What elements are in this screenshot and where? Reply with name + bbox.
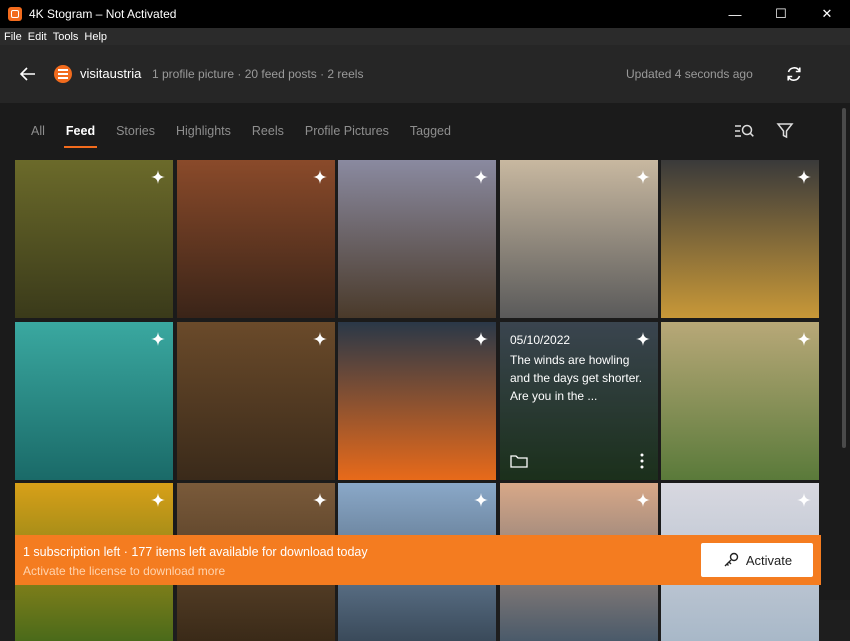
scrollbar[interactable] (840, 103, 848, 543)
banner-activate-hint: Activate the license to download more (23, 564, 226, 578)
sparkle-icon (636, 170, 650, 184)
sparkle-icon (797, 332, 811, 346)
filter-icon[interactable] (774, 121, 796, 141)
more-options-icon[interactable] (640, 453, 644, 469)
scrollbar-thumb[interactable] (842, 108, 846, 448)
activate-button[interactable]: Activate (701, 543, 813, 577)
media-tile-castle-overlay[interactable]: 05/10/2022 The winds are howling and the … (500, 322, 658, 480)
sparkle-icon (797, 170, 811, 184)
media-tile-chestnuts[interactable] (177, 160, 335, 318)
tab-feed[interactable]: Feed (63, 124, 98, 148)
list-search-icon[interactable] (733, 121, 755, 141)
account-header: visitaustria 1 profile picture · 20 feed… (0, 45, 850, 103)
window-title: 4K Stogram – Not Activated (29, 7, 177, 21)
thumbnail-image (338, 322, 496, 480)
tab-all[interactable]: All (31, 124, 45, 138)
sparkle-icon (797, 493, 811, 507)
title-bar: 4K Stogram – Not Activated — ☐ ✕ (0, 0, 850, 28)
main-content: All Feed Stories Highlights Reels Profile Pic… (0, 103, 850, 641)
folder-icon[interactable] (510, 454, 528, 468)
menu-help[interactable]: Help (84, 31, 107, 43)
thumbnail-image (15, 160, 173, 318)
sparkle-icon (474, 332, 488, 346)
updated-status: Updated 4 seconds ago (626, 67, 753, 81)
media-tile-penguin[interactable] (15, 322, 173, 480)
sparkle-icon (313, 332, 327, 346)
media-tile-pumpkin-soup[interactable] (338, 322, 496, 480)
account-name[interactable]: visitaustria (80, 66, 141, 81)
post-date: 05/10/2022 (510, 333, 571, 347)
tab-bar: All Feed Stories Highlights Reels Profile Pic… (31, 124, 472, 148)
thumbnail-image (661, 322, 819, 480)
thumbnail-image (338, 160, 496, 318)
tab-tagged[interactable]: Tagged (410, 124, 451, 138)
media-tile-dog-chalet[interactable] (177, 322, 335, 480)
tab-profile-pictures[interactable]: Profile Pictures (305, 124, 389, 138)
activate-button-label: Activate (745, 552, 793, 568)
sparkle-icon (151, 170, 165, 184)
sparkle-icon (151, 493, 165, 507)
banner-subscription-text: 1 subscription left · 177 items left ava… (23, 545, 368, 559)
thumbnail-image (661, 160, 819, 318)
post-caption: The winds are howling and the days get s… (510, 353, 643, 403)
thumbnail-image (15, 322, 173, 480)
sparkle-icon (636, 493, 650, 507)
media-tile-lighthouse-pier[interactable] (500, 160, 658, 318)
back-arrow-icon[interactable] (18, 64, 38, 84)
sparkle-icon (313, 493, 327, 507)
sparkle-icon (474, 170, 488, 184)
media-tile-forest-gate[interactable] (15, 160, 173, 318)
maximize-button[interactable]: ☐ (758, 0, 804, 28)
menu-tools[interactable]: Tools (53, 31, 79, 43)
activation-banner: 1 subscription left · 177 items left ava… (15, 535, 821, 585)
sparkle-icon (636, 332, 650, 346)
media-tile-mushrooms-pan[interactable] (661, 160, 819, 318)
tab-stories[interactable]: Stories (116, 124, 155, 138)
tab-reels[interactable]: Reels (252, 124, 284, 138)
sparkle-icon (474, 493, 488, 507)
thumbnail-image (177, 160, 335, 318)
minimize-button[interactable]: — (712, 0, 758, 28)
close-button[interactable]: ✕ (804, 0, 850, 28)
key-icon (724, 552, 739, 567)
thumbnail-image (177, 322, 335, 480)
sparkle-icon (313, 170, 327, 184)
app-icon (8, 7, 22, 21)
media-tile-vineyard-town[interactable] (661, 322, 819, 480)
account-avatar (54, 65, 72, 83)
menu-bar: File Edit Tools Help (0, 28, 850, 45)
menu-edit[interactable]: Edit (28, 31, 47, 43)
sparkle-icon (151, 332, 165, 346)
menu-file[interactable]: File (4, 31, 22, 43)
tab-highlights[interactable]: Highlights (176, 124, 231, 138)
refresh-icon[interactable] (784, 64, 804, 84)
thumbnail-image (500, 160, 658, 318)
media-tile-church[interactable] (338, 160, 496, 318)
account-stats: 1 profile picture · 20 feed posts · 2 re… (152, 67, 364, 81)
